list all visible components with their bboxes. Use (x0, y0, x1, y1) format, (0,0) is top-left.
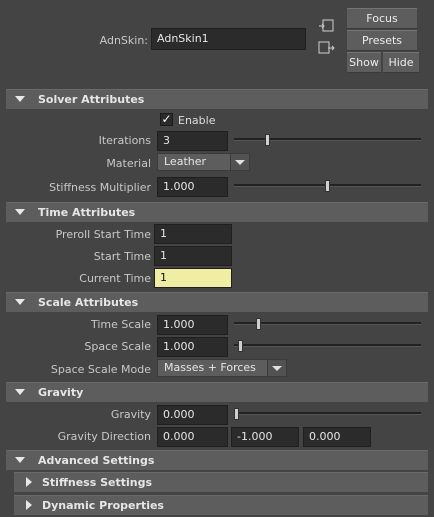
gravity-direction-y-field[interactable]: -1.000 (231, 427, 299, 447)
gravity-slider-track[interactable] (234, 412, 421, 415)
show-button[interactable]: Show (347, 52, 381, 73)
section-solver-attributes[interactable]: Solver Attributes (6, 89, 428, 109)
gravity-direction-z-field[interactable]: 0.000 (303, 427, 371, 447)
gravity-label: Gravity (110, 408, 151, 421)
current-time-label: Current Time (79, 272, 151, 285)
node-name-label: AdnSkin: (99, 34, 148, 47)
space-scale-mode-label: Space Scale Mode (50, 363, 151, 376)
space-scale-mode-value: Masses + Forces (164, 361, 256, 374)
preroll-start-time-field[interactable]: 1 (154, 224, 232, 244)
checkmark-icon: ✓ (161, 112, 172, 126)
presets-button[interactable]: Presets (347, 30, 417, 51)
chevron-down-icon (230, 154, 249, 170)
gravity-direction-label: Gravity Direction (57, 430, 151, 443)
gravity-slider-thumb[interactable] (234, 408, 239, 420)
section-time-attributes[interactable]: Time Attributes (6, 202, 428, 222)
time-scale-field[interactable]: 1.000 (157, 315, 228, 335)
time-scale-label: Time Scale (90, 318, 151, 331)
hide-button[interactable]: Hide (383, 52, 419, 73)
space-scale-field[interactable]: 1.000 (157, 337, 228, 357)
focus-button[interactable]: Focus (347, 8, 417, 29)
expand-arrow-icon (26, 477, 32, 487)
select-node-icon[interactable] (318, 19, 334, 33)
material-dropdown[interactable]: Leather (157, 153, 250, 171)
collapse-arrow-icon (15, 96, 25, 102)
space-scale-mode-dropdown[interactable]: Masses + Forces (157, 359, 287, 377)
section-title: Gravity (38, 386, 84, 399)
time-scale-slider-track[interactable] (234, 322, 421, 325)
stiffness-multiplier-field[interactable]: 1.000 (157, 177, 228, 197)
collapse-arrow-icon (15, 209, 25, 215)
section-title: Stiffness Settings (42, 476, 152, 489)
enable-checkbox[interactable]: ✓ (160, 113, 173, 126)
collapse-arrow-icon (15, 457, 25, 463)
collapse-arrow-icon (15, 299, 25, 305)
section-title: Solver Attributes (38, 93, 145, 106)
start-time-label: Start Time (93, 250, 151, 263)
iterations-slider-thumb[interactable] (264, 134, 270, 146)
space-scale-slider-track[interactable] (234, 344, 421, 347)
node-name-field[interactable]: AdnSkin1 (151, 28, 306, 50)
section-gravity[interactable]: Gravity (6, 382, 428, 402)
section-title: Time Attributes (38, 206, 136, 219)
current-time-field[interactable]: 1 (154, 268, 232, 288)
gravity-direction-x-field[interactable]: 0.000 (157, 427, 228, 447)
section-advanced-settings[interactable]: Advanced Settings (6, 450, 428, 470)
gravity-field[interactable]: 0.000 (157, 405, 228, 425)
section-stiffness-settings[interactable]: Stiffness Settings (14, 472, 428, 492)
section-title: Dynamic Properties (42, 499, 164, 512)
section-scale-attributes[interactable]: Scale Attributes (6, 292, 428, 312)
stiffness-slider-thumb[interactable] (325, 180, 330, 192)
material-label: Material (106, 157, 151, 170)
expand-arrow-icon (26, 500, 32, 510)
collapse-arrow-icon (15, 389, 25, 395)
time-scale-slider-thumb[interactable] (255, 318, 261, 330)
section-dynamic-properties[interactable]: Dynamic Properties (14, 495, 428, 515)
enable-label: Enable (178, 114, 216, 127)
material-value: Leather (164, 155, 207, 168)
space-scale-label: Space Scale (84, 340, 151, 353)
start-time-field[interactable]: 1 (154, 246, 232, 266)
section-title: Advanced Settings (38, 454, 155, 467)
iterations-field[interactable]: 3 (157, 131, 228, 151)
space-scale-slider-thumb[interactable] (237, 340, 243, 352)
iterations-slider-track[interactable] (234, 138, 421, 141)
preroll-start-time-label: Preroll Start Time (55, 228, 151, 241)
iterations-label: Iterations (98, 134, 151, 147)
chevron-down-icon (267, 360, 286, 376)
load-output-icon[interactable] (318, 41, 336, 55)
section-title: Scale Attributes (38, 296, 139, 309)
stiffness-multiplier-label: Stiffness Multiplier (49, 181, 151, 194)
